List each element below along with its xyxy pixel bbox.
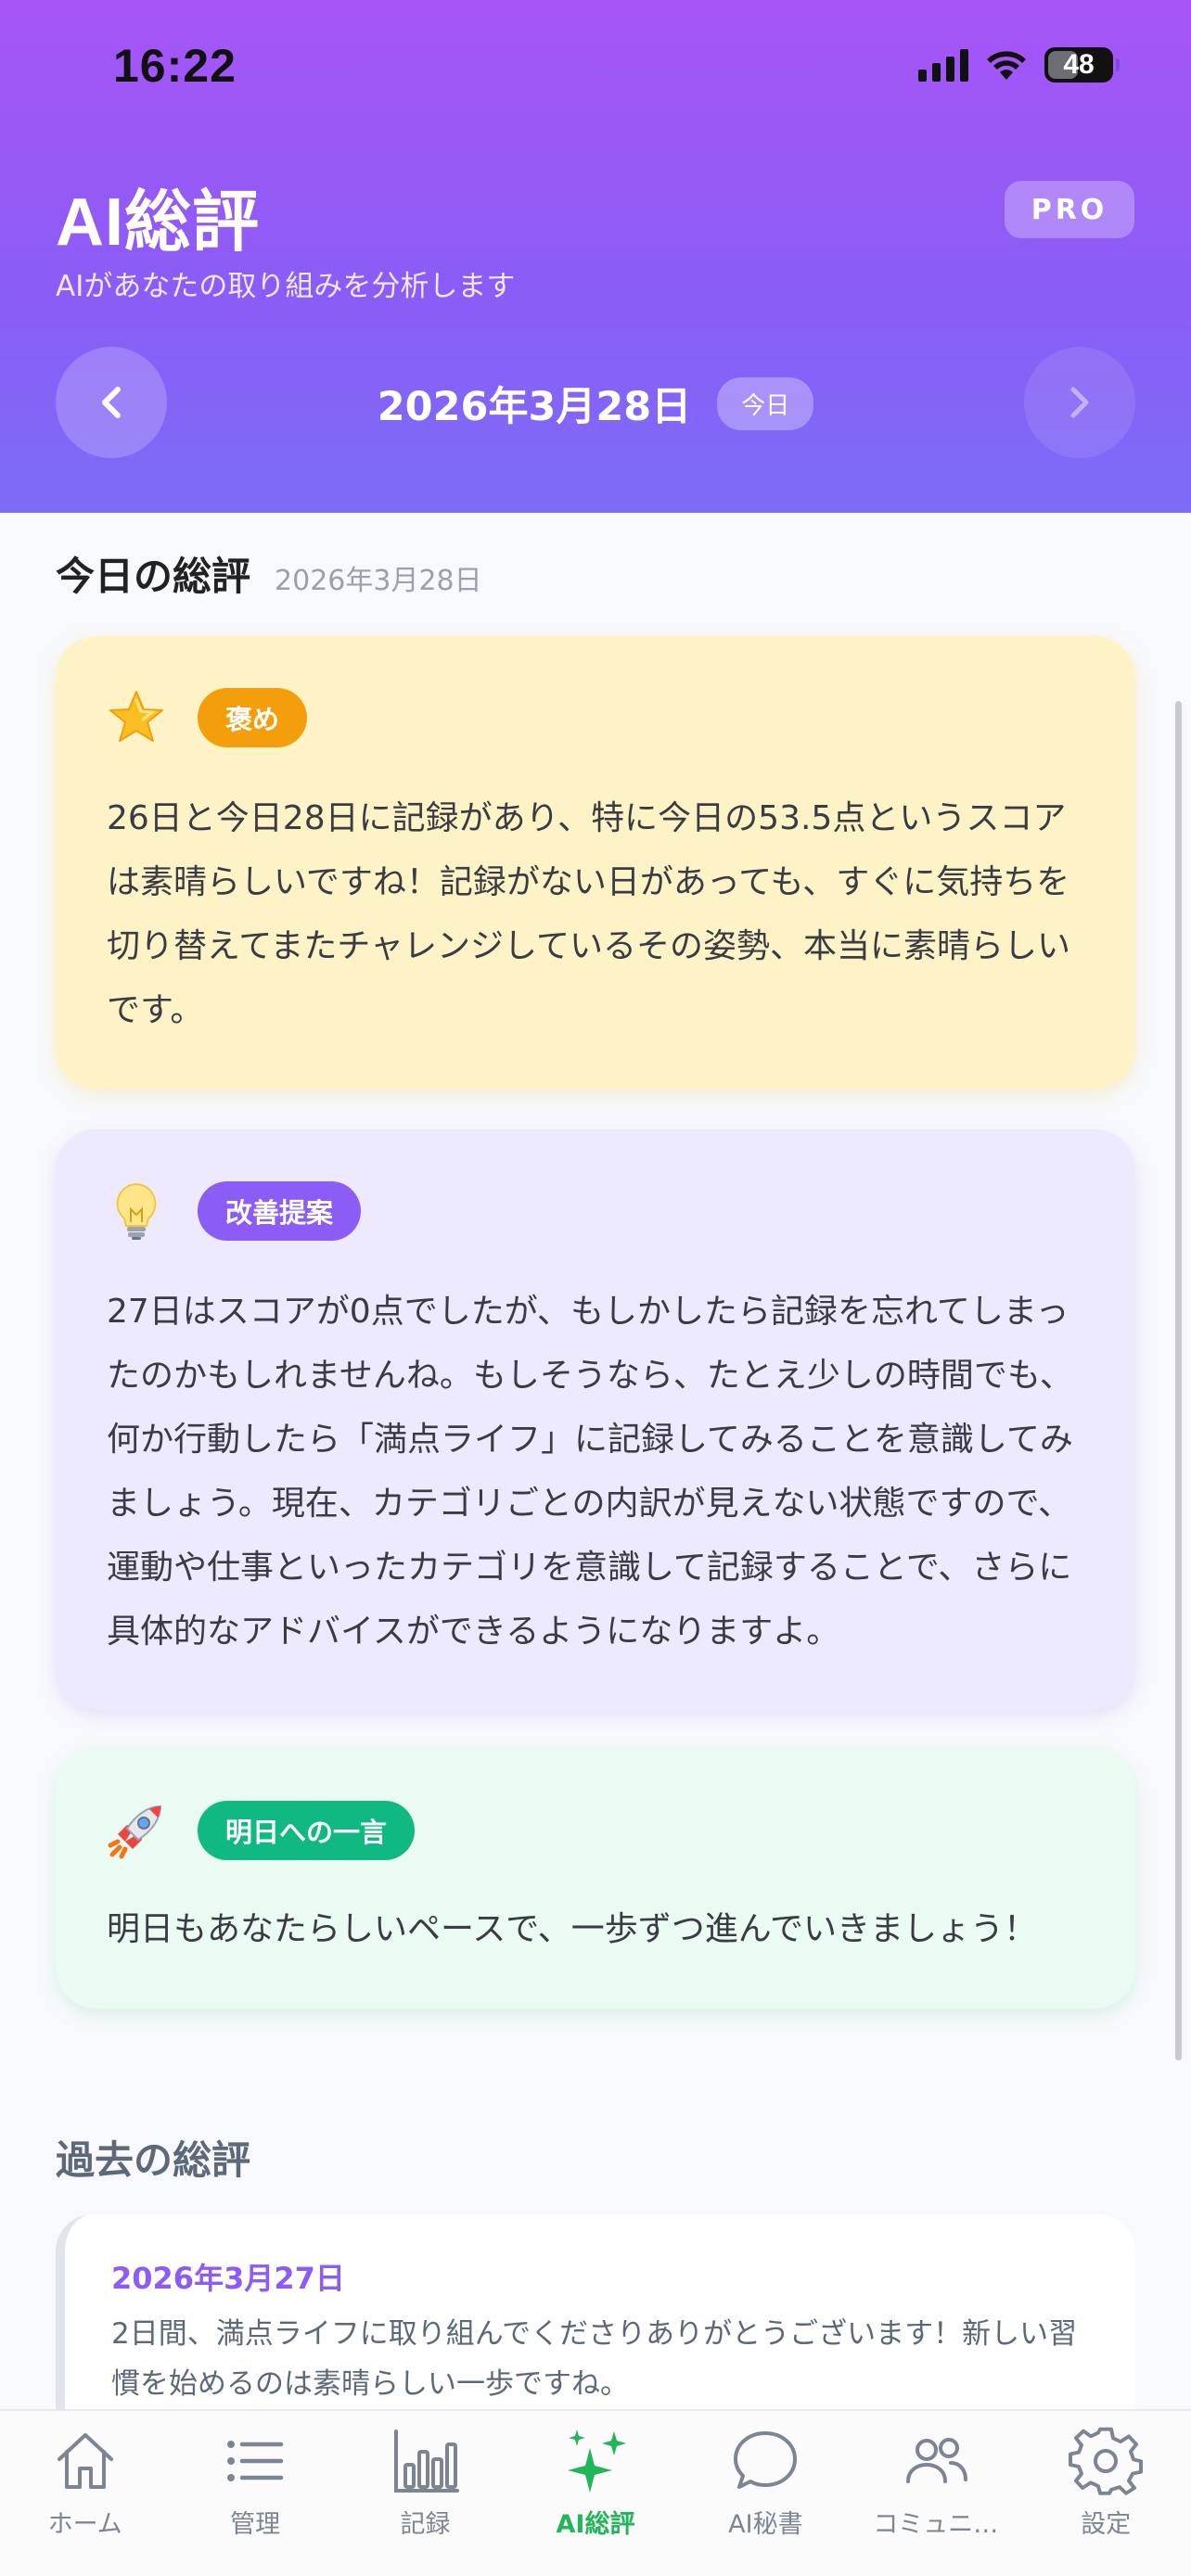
status-icons: 48: [918, 45, 1120, 85]
today-badge: 今日: [717, 376, 814, 430]
chat-bubble-icon: [734, 2431, 798, 2489]
tab-home[interactable]: ホーム: [0, 2411, 170, 2576]
tab-settings[interactable]: 設定: [1021, 2411, 1191, 2576]
star-icon: [107, 688, 166, 747]
battery-percentage: 48: [1063, 49, 1095, 80]
tab-ai-review[interactable]: AI総評: [510, 2411, 680, 2576]
past-review-text: 2日間、満点ライフに取り組んでくださりありがとうございます！新しい習慣を始めるの…: [111, 2317, 1078, 2401]
past-section-title: 過去の総評: [56, 2137, 251, 2183]
scrollbar[interactable]: [1175, 701, 1182, 2060]
tab-bar: ホーム 管理 記録 AI総評 AI秘書 コミュニ… 設定: [0, 2409, 1191, 2576]
tomorrow-text: 明日もあなたらしいペースで、一歩ずつ進んでいきましょう！: [107, 1910, 1037, 1948]
chevron-right-icon: [1070, 387, 1089, 418]
selected-date: 2026年3月28日: [377, 384, 692, 430]
signal-icon: [918, 48, 968, 82]
suggestion-card: 改善提案 27日はスコアが0点でしたが、もしかしたら記録を忘れてしまったのかもし…: [56, 1129, 1135, 1710]
list-icon: [227, 2441, 284, 2481]
tomorrow-card-header: 明日への一言: [107, 1799, 1084, 1862]
praise-card: 褒め 26日と今日28日に記録があり、特に今日の53.5点というスコアは素晴らし…: [56, 636, 1135, 1089]
tab-settings-label: 設定: [1081, 2510, 1132, 2539]
today-section-date: 2026年3月28日: [275, 565, 482, 597]
tab-ai-secretary[interactable]: AI秘書: [681, 2411, 851, 2576]
tab-home-label: ホーム: [47, 2510, 122, 2539]
page-subtitle: AIがあなたの取り組みを分析します: [56, 270, 516, 303]
suggestion-tag: 改善提案: [198, 1181, 362, 1241]
tab-manage[interactable]: 管理: [170, 2411, 339, 2576]
tomorrow-card: 明日への一言 明日もあなたらしいペースで、一歩ずつ進んでいきましょう！: [56, 1749, 1135, 2009]
pro-badge[interactable]: PRO: [1005, 181, 1134, 238]
date-selector: 2026年3月28日 今日: [0, 375, 1191, 432]
people-icon: [905, 2438, 967, 2483]
wifi-icon: [987, 51, 1026, 80]
status-time: 16:22: [113, 40, 237, 92]
past-review-date: 2026年3月27日: [111, 2261, 345, 2296]
tab-record-label: 記録: [400, 2510, 451, 2539]
rocket-icon: [107, 1801, 166, 1860]
today-section-title: 今日の総評: [56, 554, 251, 599]
praise-card-header: 褒め: [107, 686, 1084, 749]
gear-icon: [1069, 2427, 1144, 2495]
tab-manage-label: 管理: [230, 2510, 281, 2539]
status-bar: 16:22 48: [0, 0, 1191, 130]
suggestion-text: 27日はスコアが0点でしたが、もしかしたら記録を忘れてしまったのかもしれませんね…: [107, 1293, 1073, 1651]
tab-community-label: コミュニ…: [873, 2510, 999, 2539]
battery-icon: 48: [1044, 47, 1120, 83]
praise-tag: 褒め: [198, 688, 308, 747]
sparkles-icon: [567, 2429, 626, 2493]
tab-record[interactable]: 記録: [340, 2411, 510, 2576]
next-date-button[interactable]: [1024, 347, 1135, 458]
today-section-header: 今日の総評 2026年3月28日: [56, 545, 482, 602]
tomorrow-tag: 明日への一言: [198, 1801, 416, 1860]
home-icon: [57, 2433, 113, 2489]
tab-ai-review-label: AI総評: [556, 2510, 635, 2539]
tab-community[interactable]: コミュニ…: [851, 2411, 1020, 2576]
header: 16:22 48 AI総評 AIがあなたの取り組みを分析します PRO 2026…: [0, 0, 1191, 513]
page-title: AI総評: [56, 185, 261, 260]
suggestion-card-header: 改善提案: [107, 1180, 1084, 1243]
tab-ai-secretary-label: AI秘書: [728, 2510, 803, 2539]
lightbulb-icon: [107, 1181, 166, 1241]
bar-chart-icon: [393, 2429, 459, 2493]
praise-text: 26日と今日28日に記録があり、特に今日の53.5点というスコアは素晴らしいです…: [107, 799, 1070, 1029]
past-review-card[interactable]: 2026年3月27日 2日間、満点ライフに取り組んでくださりありがとうございます…: [56, 2214, 1135, 2428]
